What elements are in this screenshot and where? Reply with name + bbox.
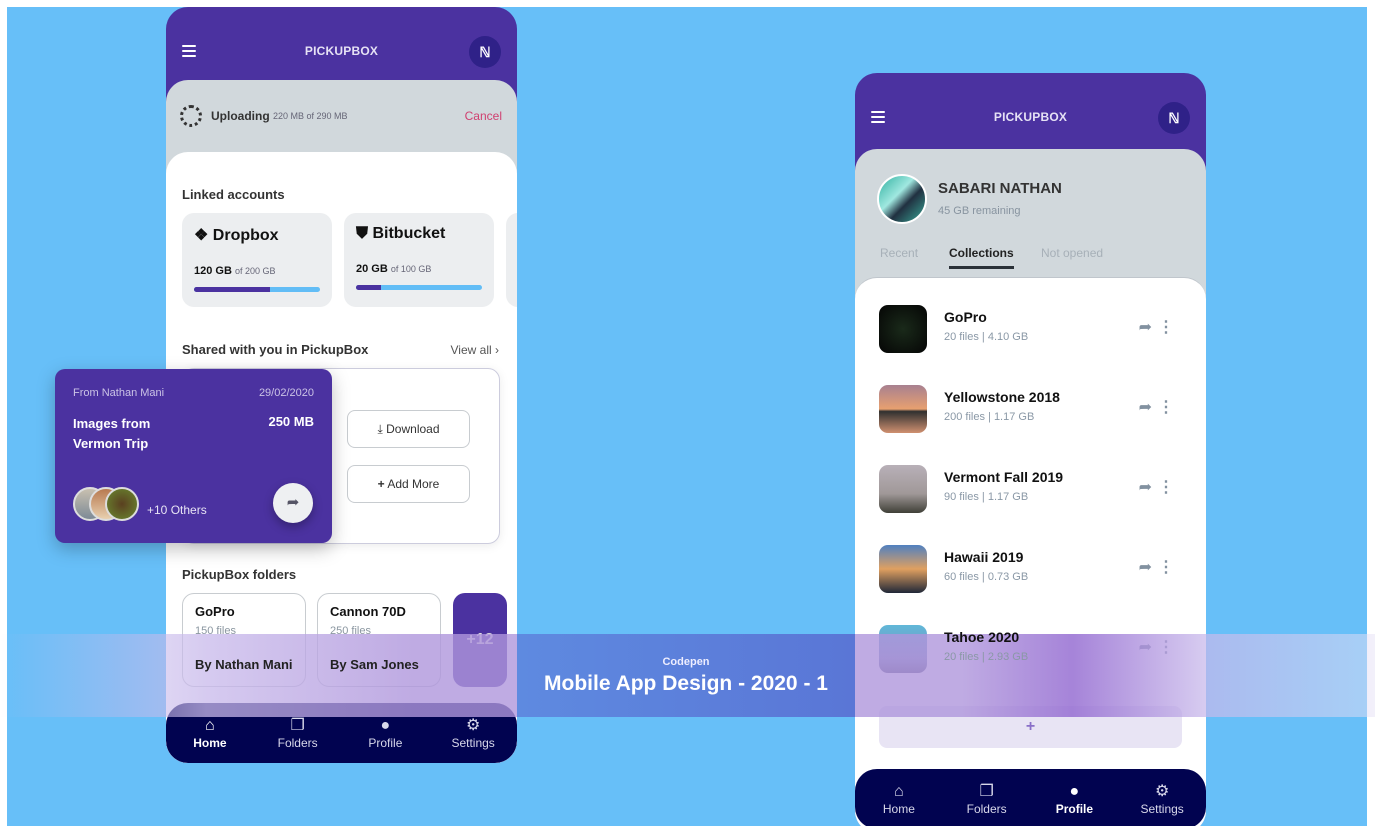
dropbox-icon: ❖ — [194, 227, 209, 244]
share-icon[interactable]: ➦ — [1139, 557, 1152, 577]
upload-label: Uploading — [211, 109, 270, 123]
nav-profile[interactable]: ● Profile — [350, 716, 420, 750]
collection-thumbnail — [879, 625, 927, 673]
download-icon: ⤓ — [377, 422, 383, 436]
folders-icon: ❐ — [979, 783, 994, 800]
nav-settings[interactable]: ⚙ Settings — [438, 716, 508, 750]
profile-name: SABARI NATHAN — [938, 180, 1062, 197]
share-icon[interactable]: ➦ — [1139, 637, 1152, 657]
account-total: of 200 GB — [234, 266, 276, 276]
add-more-button[interactable]: + Add More — [347, 465, 470, 503]
nav-folders[interactable]: ❐ Folders — [263, 716, 333, 750]
view-all-link[interactable]: View all › — [451, 343, 499, 357]
bottom-nav: ⌂ Home ❐ Folders ● Profile ⚙ Settings — [855, 769, 1206, 829]
collection-thumbnail — [879, 305, 927, 353]
profile-screen: PICKUPBOX ℕ SABARI NATHAN 45 GB remainin… — [855, 73, 1206, 833]
plus-icon: + — [377, 477, 385, 491]
folder-count: 150 files — [195, 625, 236, 637]
app-header: PICKUPBOX ℕ — [855, 73, 1206, 146]
more-vertical-icon[interactable]: ⋮ — [1158, 477, 1174, 497]
avatar-group — [73, 487, 143, 521]
user-icon: ● — [380, 717, 391, 734]
nav-home[interactable]: ⌂ Home — [175, 716, 245, 750]
app-header: PICKUPBOX ℕ — [166, 7, 517, 80]
app-title: PICKUPBOX — [304, 44, 379, 58]
collection-item[interactable]: GoPro 20 files | 4.10 GB ➦ ⋮ — [879, 305, 1182, 353]
more-vertical-icon[interactable]: ⋮ — [1158, 637, 1174, 657]
shared-from: From Nathan Mani — [73, 387, 165, 399]
collection-item[interactable]: Tahoe 2020 20 files | 2.93 GB ➦ ⋮ — [879, 625, 1182, 673]
folder-owner: By Sam Jones — [330, 657, 419, 672]
collections-list: GoPro 20 files | 4.10 GB ➦ ⋮ Yellowstone 20… — [855, 277, 1206, 833]
folder-card[interactable]: Cannon 70D 250 files By Sam Jones — [317, 593, 441, 687]
share-icon[interactable]: ➦ — [1139, 397, 1152, 417]
collection-item[interactable]: Yellowstone 2018 200 files | 1.17 GB ➦ ⋮ — [879, 385, 1182, 433]
account-used: 20 GB — [356, 263, 388, 275]
shared-title: Shared with you in PickupBox — [182, 342, 369, 357]
storage-bar — [194, 287, 320, 292]
account-card-dropbox[interactable]: ❖ Dropbox 120 GB of 200 GB — [182, 213, 332, 307]
account-name: Dropbox — [212, 227, 279, 244]
nav-settings[interactable]: ⚙ Settings — [1127, 782, 1197, 816]
profile-panel: SABARI NATHAN 45 GB remaining Recent Col… — [855, 149, 1206, 833]
more-folders-button[interactable]: +12 — [453, 593, 507, 687]
logo-avatar[interactable]: ℕ — [469, 36, 501, 68]
add-collection-button[interactable]: + — [879, 706, 1182, 748]
share-icon[interactable]: ➦ — [1139, 477, 1152, 497]
shared-date: 29/02/2020 — [258, 387, 314, 399]
download-button[interactable]: ⤓ Download — [347, 410, 470, 448]
folder-card[interactable]: GoPro 150 files By Nathan Mani — [182, 593, 306, 687]
collection-item[interactable]: Vermont Fall 2019 90 files | 1.17 GB ➦ ⋮ — [879, 465, 1182, 513]
tab-recent[interactable]: Recent — [880, 246, 918, 260]
bottom-nav: ⌂ Home ❐ Folders ● Profile ⚙ Settings — [166, 703, 517, 763]
share-icon[interactable]: ➦ — [1139, 317, 1152, 337]
account-card-partial[interactable] — [506, 213, 517, 307]
account-card-bitbucket[interactable]: ⛊ Bitbucket 20 GB of 100 GB — [344, 213, 494, 307]
profile-avatar — [877, 174, 927, 224]
nav-home[interactable]: ⌂ Home — [864, 782, 934, 816]
tab-not-opened[interactable]: Not opened — [1041, 246, 1103, 260]
more-vertical-icon[interactable]: ⋮ — [1158, 557, 1174, 577]
share-icon: ➦ — [286, 494, 300, 511]
account-used: 120 GB — [194, 265, 232, 277]
folder-name: Cannon 70D — [330, 604, 406, 619]
folders-title: PickupBox folders — [182, 567, 297, 582]
shared-item-card[interactable]: From Nathan Mani 29/02/2020 Images from V… — [55, 369, 332, 543]
shared-size: 250 MB — [268, 414, 314, 429]
home-icon: ⌂ — [894, 783, 904, 800]
nav-profile[interactable]: ● Profile — [1039, 782, 1109, 816]
app-title: PICKUPBOX — [993, 110, 1068, 124]
share-button[interactable]: ➦ — [273, 483, 313, 523]
folders-icon: ❐ — [290, 717, 305, 734]
others-count: +10 Others — [147, 503, 207, 517]
collection-thumbnail — [879, 545, 927, 593]
collection-thumbnail — [879, 385, 927, 433]
gear-icon: ⚙ — [1154, 783, 1170, 800]
logo-avatar[interactable]: ℕ — [1158, 102, 1190, 134]
home-icon: ⌂ — [205, 717, 215, 734]
spinner-icon — [180, 105, 202, 127]
gear-icon: ⚙ — [465, 717, 481, 734]
storage-remaining: 45 GB remaining — [938, 205, 1021, 217]
folder-name: GoPro — [195, 604, 235, 619]
storage-bar — [356, 285, 482, 290]
folder-owner: By Nathan Mani — [195, 657, 293, 672]
more-vertical-icon[interactable]: ⋮ — [1158, 317, 1174, 337]
bitbucket-icon: ⛊ — [356, 225, 369, 242]
user-icon: ● — [1069, 783, 1080, 800]
account-name: Bitbucket — [372, 225, 446, 242]
account-total: of 100 GB — [390, 264, 432, 274]
more-vertical-icon[interactable]: ⋮ — [1158, 397, 1174, 417]
linked-accounts-title: Linked accounts — [182, 187, 285, 202]
collection-item[interactable]: Hawaii 2019 60 files | 0.73 GB ➦ ⋮ — [879, 545, 1182, 593]
cancel-upload-button[interactable]: Cancel — [465, 109, 502, 123]
collection-thumbnail — [879, 465, 927, 513]
nav-folders[interactable]: ❐ Folders — [952, 782, 1022, 816]
shared-title: Images from Vermon Trip — [73, 416, 151, 451]
tab-collections[interactable]: Collections — [949, 246, 1014, 269]
upload-progress: 220 MB of 290 MB — [273, 111, 348, 121]
folder-count: 250 files — [330, 625, 371, 637]
